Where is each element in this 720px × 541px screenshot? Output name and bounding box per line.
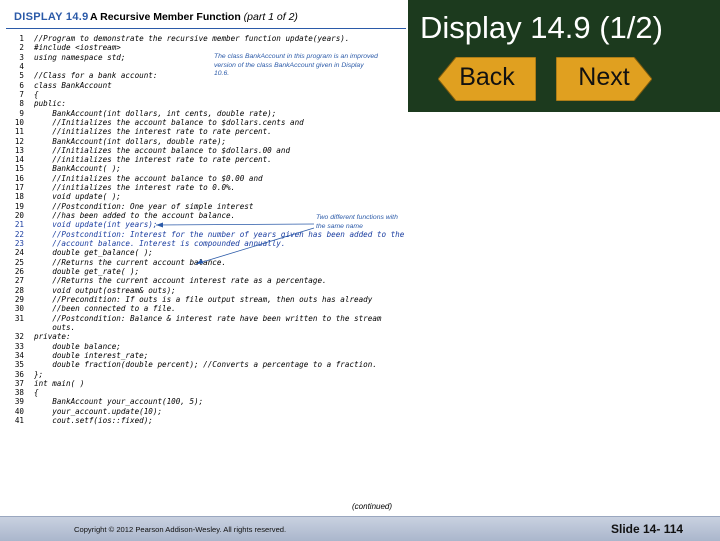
slide-header-block: Display 14.9 (1/2) Back Next (408, 0, 720, 112)
code-listing-panel: DISPLAY 14.9 A Recursive Member Function… (6, 8, 406, 513)
footer-bar: Copyright © 2012 Pearson Addison-Wesley.… (0, 516, 720, 541)
next-button[interactable]: Next (556, 57, 652, 101)
slide-title: Display 14.9 (1/2) (420, 10, 663, 45)
arrow-to-update-years (195, 227, 315, 265)
copyright-text: Copyright © 2012 Pearson Addison-Wesley.… (74, 525, 287, 534)
arrow-to-update (155, 223, 315, 226)
slide-number: Slide 14- 114 (611, 522, 684, 536)
arrow-head-update-years (196, 259, 204, 264)
back-button-label: Back (459, 63, 515, 91)
arrow-head-update (156, 222, 163, 228)
continued-label: (continued) (352, 502, 393, 511)
annotation-arrows (155, 222, 315, 265)
back-button[interactable]: Back (438, 57, 536, 101)
next-button-label: Next (578, 63, 630, 91)
